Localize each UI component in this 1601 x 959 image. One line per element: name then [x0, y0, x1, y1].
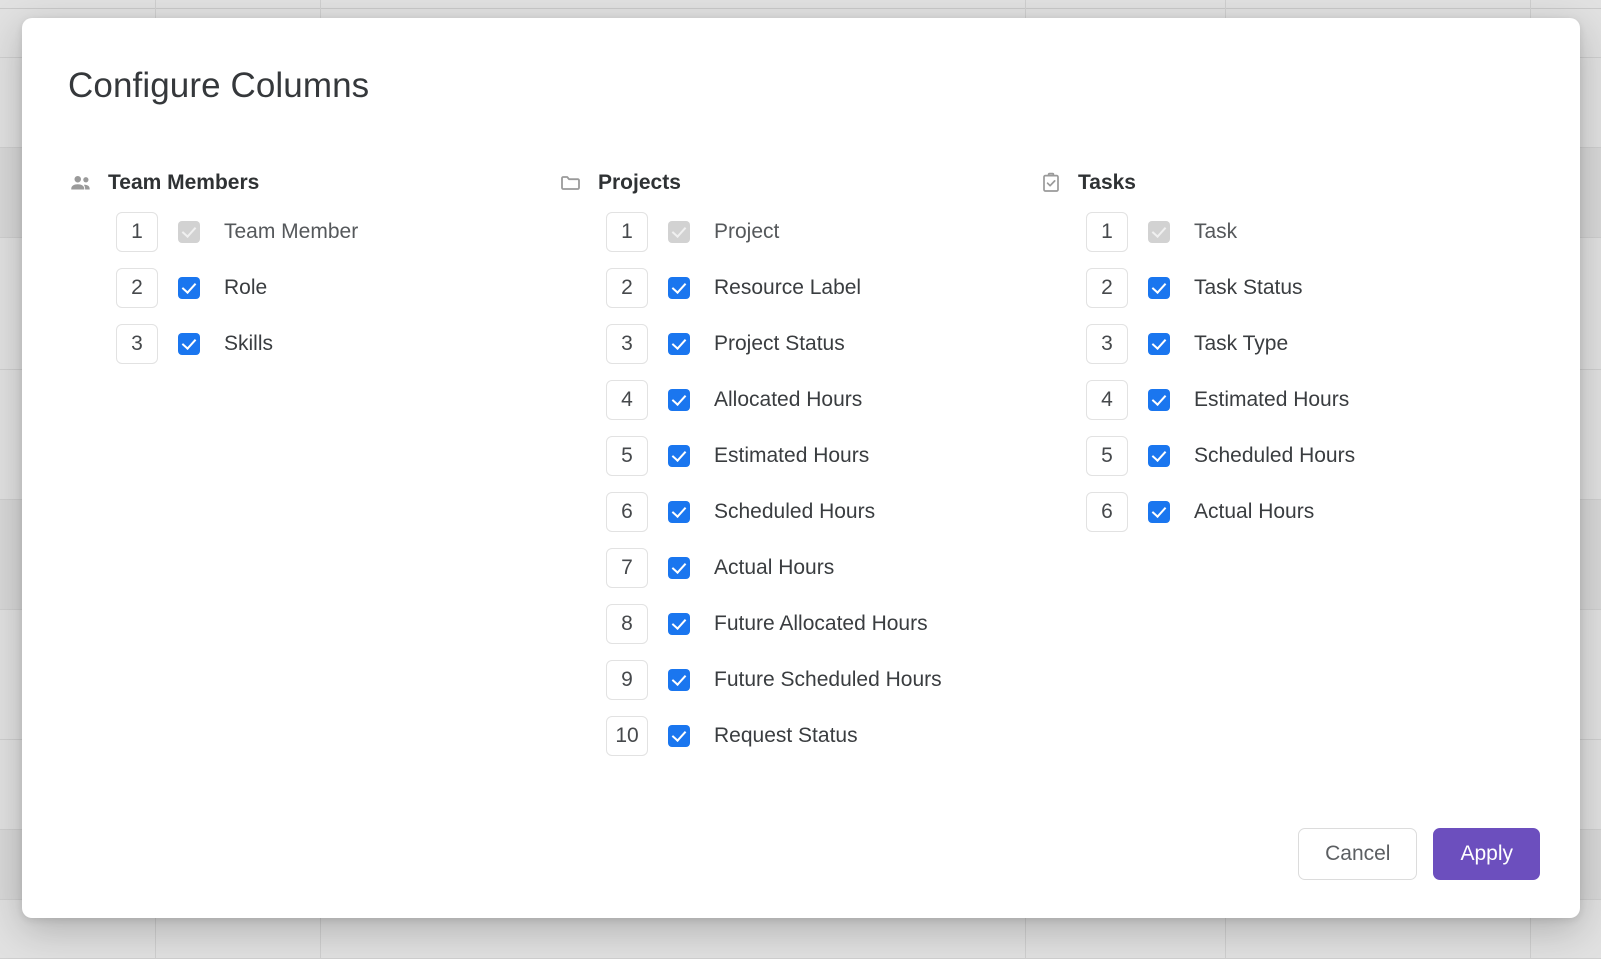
order-badge: 2 — [606, 268, 648, 308]
folder-icon — [558, 170, 584, 196]
group-header-team-members: Team Members — [68, 166, 558, 200]
column-checkbox-scheduled-hours[interactable] — [1148, 445, 1170, 467]
column-item-task-status[interactable]: 2 Task Status — [1086, 268, 1508, 308]
order-badge: 9 — [606, 660, 648, 700]
column-checkbox-estimated-hours[interactable] — [1148, 389, 1170, 411]
column-label: Future Scheduled Hours — [714, 668, 942, 691]
group-header-tasks: Tasks — [1038, 166, 1508, 200]
group-header-projects: Projects — [558, 166, 1038, 200]
column-checkbox-future-scheduled-hours[interactable] — [668, 669, 690, 691]
column-label: Actual Hours — [714, 556, 835, 579]
column-label: Actual Hours — [1194, 500, 1315, 523]
column-label: Estimated Hours — [1194, 388, 1350, 411]
column-label: Team Member — [224, 220, 359, 243]
order-badge: 3 — [116, 324, 158, 364]
column-checkbox-task-status[interactable] — [1148, 277, 1170, 299]
column-item-future-scheduled-hours[interactable]: 9 Future Scheduled Hours — [606, 660, 1038, 700]
column-checkbox-project — [668, 221, 690, 243]
column-checkbox-resource-label[interactable] — [668, 277, 690, 299]
column-item-resource-label[interactable]: 2 Resource Label — [606, 268, 1038, 308]
order-badge: 7 — [606, 548, 648, 588]
column-checkbox-task — [1148, 221, 1170, 243]
column-item-estimated-hours[interactable]: 5 Estimated Hours — [606, 436, 1038, 476]
column-item-scheduled-hours[interactable]: 5 Scheduled Hours — [1086, 436, 1508, 476]
order-badge: 6 — [1086, 492, 1128, 532]
order-badge: 10 — [606, 716, 648, 756]
dialog-footer: Cancel Apply — [1298, 828, 1540, 880]
column-group-tasks: Tasks 1 Task 2 Task Status 3 Task Type 4… — [1038, 166, 1508, 532]
column-checkbox-estimated-hours[interactable] — [668, 445, 690, 467]
order-badge: 1 — [1086, 212, 1128, 252]
column-checkbox-project-status[interactable] — [668, 333, 690, 355]
order-badge: 3 — [606, 324, 648, 364]
column-label: Project — [714, 220, 780, 243]
column-checkbox-skills[interactable] — [178, 333, 200, 355]
order-badge: 8 — [606, 604, 648, 644]
column-item-team-member[interactable]: 1 Team Member — [116, 212, 558, 252]
column-item-estimated-hours[interactable]: 4 Estimated Hours — [1086, 380, 1508, 420]
column-label: Future Allocated Hours — [714, 612, 928, 635]
order-badge: 3 — [1086, 324, 1128, 364]
order-badge: 5 — [1086, 436, 1128, 476]
apply-button[interactable]: Apply — [1433, 828, 1540, 880]
order-badge: 2 — [1086, 268, 1128, 308]
column-label: Task — [1194, 220, 1238, 243]
column-item-task-type[interactable]: 3 Task Type — [1086, 324, 1508, 364]
configure-columns-dialog: Configure Columns Team Members 1 Team Me… — [22, 18, 1580, 918]
column-checkbox-future-allocated-hours[interactable] — [668, 613, 690, 635]
column-item-task[interactable]: 1 Task — [1086, 212, 1508, 252]
page-title: Configure Columns — [68, 66, 370, 105]
column-item-scheduled-hours[interactable]: 6 Scheduled Hours — [606, 492, 1038, 532]
column-label: Task Type — [1194, 332, 1289, 355]
column-group-projects: Projects 1 Project 2 Resource Label 3 Pr… — [558, 166, 1038, 756]
column-group-team-members: Team Members 1 Team Member 2 Role 3 Skil… — [68, 166, 558, 364]
column-label: Project Status — [714, 332, 845, 355]
column-list-tasks: 1 Task 2 Task Status 3 Task Type 4 Estim… — [1038, 212, 1508, 532]
order-badge: 1 — [116, 212, 158, 252]
order-badge: 4 — [606, 380, 648, 420]
order-badge: 2 — [116, 268, 158, 308]
column-checkbox-role[interactable] — [178, 277, 200, 299]
order-badge: 1 — [606, 212, 648, 252]
column-item-request-status[interactable]: 10 Request Status — [606, 716, 1038, 756]
group-title-team-members: Team Members — [108, 171, 260, 194]
column-label: Estimated Hours — [714, 444, 870, 467]
column-label: Scheduled Hours — [1194, 444, 1356, 467]
cancel-button[interactable]: Cancel — [1298, 828, 1418, 880]
column-item-skills[interactable]: 3 Skills — [116, 324, 558, 364]
column-checkbox-request-status[interactable] — [668, 725, 690, 747]
people-icon — [68, 170, 94, 196]
column-label: Task Status — [1194, 276, 1303, 299]
column-checkbox-actual-hours[interactable] — [668, 557, 690, 579]
column-label: Allocated Hours — [714, 388, 863, 411]
column-groups-container: Team Members 1 Team Member 2 Role 3 Skil… — [68, 166, 1540, 756]
column-item-project[interactable]: 1 Project — [606, 212, 1038, 252]
column-item-future-allocated-hours[interactable]: 8 Future Allocated Hours — [606, 604, 1038, 644]
order-badge: 6 — [606, 492, 648, 532]
column-checkbox-scheduled-hours[interactable] — [668, 501, 690, 523]
order-badge: 4 — [1086, 380, 1128, 420]
clipboard-check-icon — [1038, 170, 1064, 196]
column-item-actual-hours[interactable]: 6 Actual Hours — [1086, 492, 1508, 532]
group-title-projects: Projects — [598, 171, 681, 194]
column-checkbox-task-type[interactable] — [1148, 333, 1170, 355]
group-title-tasks: Tasks — [1078, 171, 1136, 194]
column-label: Role — [224, 276, 268, 299]
order-badge: 5 — [606, 436, 648, 476]
column-item-role[interactable]: 2 Role — [116, 268, 558, 308]
column-item-allocated-hours[interactable]: 4 Allocated Hours — [606, 380, 1038, 420]
column-label: Resource Label — [714, 276, 862, 299]
column-label: Scheduled Hours — [714, 500, 876, 523]
column-checkbox-actual-hours[interactable] — [1148, 501, 1170, 523]
column-checkbox-team-member — [178, 221, 200, 243]
column-label: Request Status — [714, 724, 858, 747]
column-checkbox-allocated-hours[interactable] — [668, 389, 690, 411]
column-item-actual-hours[interactable]: 7 Actual Hours — [606, 548, 1038, 588]
column-list-projects: 1 Project 2 Resource Label 3 Project Sta… — [558, 212, 1038, 756]
column-item-project-status[interactable]: 3 Project Status — [606, 324, 1038, 364]
column-list-team-members: 1 Team Member 2 Role 3 Skills — [68, 212, 558, 364]
column-label: Skills — [224, 332, 274, 355]
